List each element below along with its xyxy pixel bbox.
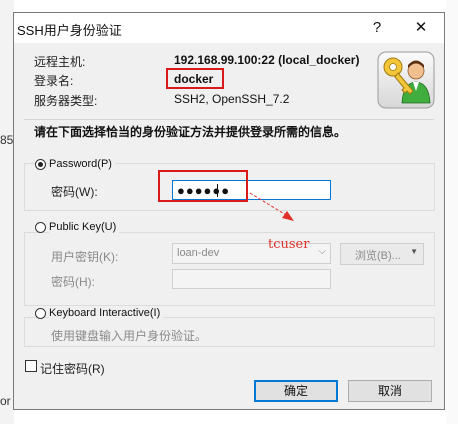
keyboard-interactive-radio[interactable] — [35, 308, 46, 319]
remote-host-value: 192.168.99.100:22 (local_docker) — [174, 53, 360, 67]
dropdown-arrow-icon: ▼ — [410, 247, 418, 256]
password-radio[interactable] — [35, 159, 46, 170]
public-key-radio[interactable] — [35, 222, 46, 233]
annotation-arrow — [249, 192, 294, 221]
chevron-down-icon: ⌵ — [318, 246, 326, 257]
server-type-value: SSH2, OpenSSH_7.2 — [174, 92, 290, 106]
remember-password-checkbox[interactable] — [25, 360, 37, 372]
remember-password-label[interactable]: 记住密码(R) — [40, 360, 105, 377]
login-name-label: 登录名: — [34, 74, 74, 88]
cancel-button[interactable]: 取消 — [348, 380, 432, 402]
background-text-fragment: 85 — [0, 133, 14, 147]
close-button[interactable]: ✕ — [408, 17, 434, 39]
key-user-icon — [377, 51, 435, 109]
password-radio-label[interactable]: Password(P) — [49, 158, 115, 170]
ok-button[interactable]: 确定 — [254, 380, 338, 402]
window-title: SSH用户身份验证 — [17, 23, 122, 38]
browse-button[interactable]: 浏览(B)... ▼ — [340, 243, 424, 265]
server-type-label: 服务器类型: — [34, 94, 98, 108]
user-key-value: loan-dev — [177, 247, 220, 259]
header-separator — [24, 119, 434, 120]
passphrase-label: 密码(H): — [51, 275, 95, 289]
remote-host-label: 远程主机: — [34, 55, 86, 69]
background-text-fragment: or — [0, 394, 11, 408]
title-bar: SSH用户身份验证 ? ✕ — [14, 13, 444, 43]
keyboard-interactive-radio-label[interactable]: Keyboard Interactive(I) — [49, 307, 164, 319]
annotation-text: tcuser — [268, 237, 310, 252]
browse-button-label: 浏览(B)... — [355, 250, 401, 262]
login-highlight-box — [166, 68, 224, 89]
background-window-right — [446, 0, 458, 424]
instruction-text: 请在下面选择恰当的身份验证方法并提供登录所需的信息。 — [34, 125, 347, 139]
keyboard-interactive-description: 使用键盘输入用户身份验证。 — [51, 329, 208, 343]
password-highlight-box — [158, 170, 248, 202]
ssh-auth-dialog: SSH用户身份验证 ? ✕ 远程主机: 192.168.99.100:22 (l… — [13, 12, 445, 410]
password-field-label: 密码(W): — [51, 185, 98, 199]
user-key-label: 用户密钥(K): — [51, 250, 119, 264]
background-window-left — [0, 0, 14, 424]
public-key-radio-label[interactable]: Public Key(U) — [49, 221, 120, 233]
passphrase-input[interactable] — [172, 269, 331, 289]
help-button[interactable]: ? — [364, 17, 390, 39]
